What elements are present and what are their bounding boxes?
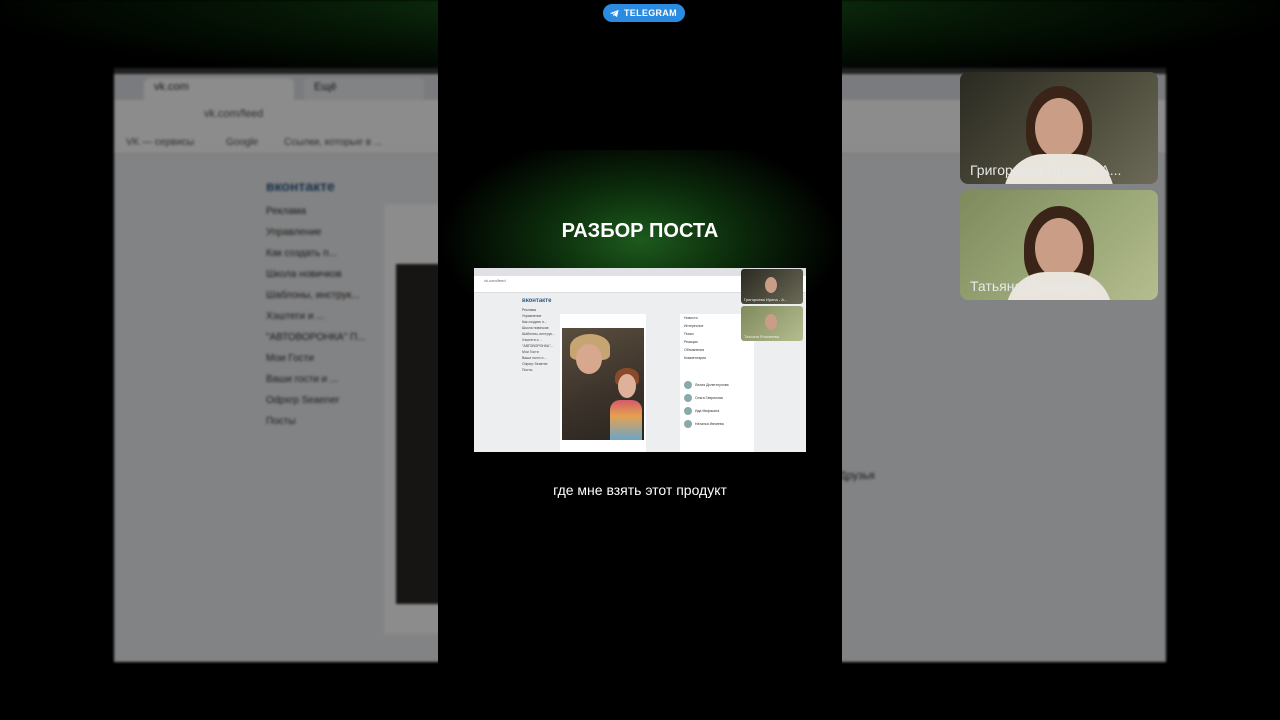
friend-name: Ольга Гаврилова — [695, 395, 723, 400]
photo-child-face — [618, 374, 636, 398]
photo-woman-face — [576, 344, 602, 374]
participant-name: Григорьева Ирина - А... — [970, 162, 1122, 178]
mini-friends-list: Лилия Дилегатулова Ольга Гаврилова Ида М… — [680, 378, 754, 430]
mini-right-item: Обновления — [684, 348, 705, 352]
friend-name: Лилия Дилегатулова — [695, 382, 729, 387]
background-menu-item: Как создать п... — [266, 248, 337, 259]
mini-participant-tile: Татьяна Рогознева — [741, 306, 803, 341]
mini-feed-post — [560, 314, 646, 452]
participant-tile: Татьяна Рогознева — [960, 190, 1158, 300]
background-menu-item: Хэштеги и ... — [266, 311, 325, 322]
background-menu-item: Управление — [266, 227, 322, 238]
friend-avatar — [684, 406, 692, 415]
photo-child-sweater — [610, 400, 642, 440]
background-bookmark: VK — сервисы — [126, 137, 195, 148]
background-vk-logo: вконтакте — [266, 178, 335, 194]
friend-avatar — [684, 419, 692, 428]
background-menu-item: Шаблоны, инструк... — [266, 290, 360, 301]
background-vk-menu: Реклама Управление Как создать п... Школ… — [266, 206, 366, 437]
friend-name: Наталья Ивлиева — [695, 421, 724, 426]
mini-friend-item: Лилия Дилегатулова — [680, 378, 754, 391]
participant-name: Татьяна Рогознева — [970, 278, 1093, 294]
video-frame: vk.com Ещё vk.com/feed VK — сервисы Goog… — [0, 0, 1280, 720]
background-tab: vk.com — [144, 78, 294, 100]
background-friends-title: Друзья — [839, 470, 875, 482]
mini-vk-logo: вконтакте — [522, 298, 552, 304]
mini-post-photo — [562, 328, 644, 440]
mini-participant-name: Татьяна Рогознева — [744, 334, 779, 339]
mini-participant-tile: Григорьева Ирина - А... — [741, 269, 803, 304]
mini-screenshot: vk.com/feed вконтакте Реклама Управление… — [474, 268, 806, 452]
center-panel: TELEGRAM РАЗБОР ПОСТА vk.com/feed вконта… — [438, 0, 842, 720]
friend-avatar — [684, 380, 692, 389]
background-menu-item: Odpxrp Seaener — [266, 395, 340, 406]
background-url: vk.com/feed — [204, 108, 264, 120]
background-menu-item: Школа новичков — [266, 269, 342, 280]
telegram-icon — [609, 9, 619, 17]
background-menu-item: Ваши гости и ... — [266, 374, 339, 385]
participant-tile: Григорьева Ирина - А... — [960, 72, 1158, 184]
mini-participant-face — [765, 277, 777, 293]
participant-face — [1035, 218, 1083, 278]
friend-avatar — [684, 393, 692, 402]
mini-participant-name: Григорьева Ирина - А... — [744, 297, 788, 302]
background-menu-item: Мои Гости — [266, 353, 314, 364]
background-tab: Ещё — [304, 78, 424, 100]
mini-participant-face — [765, 314, 777, 330]
background-bookmark: Google — [226, 137, 259, 148]
mini-menu: Реклама Управление Как создать п... Школ… — [522, 308, 555, 374]
background-bookmark: Ссылки, которые в ... — [284, 137, 383, 148]
background-menu-item: Реклама — [266, 206, 307, 217]
mini-friend-item: Ида Мифаката — [680, 404, 754, 417]
mini-friend-item: Наталья Ивлиева — [680, 417, 754, 430]
mini-menu-item: Посты — [522, 368, 533, 372]
background-menu-item: Посты — [266, 416, 296, 427]
participant-face — [1035, 98, 1083, 158]
friend-name: Ида Мифаката — [695, 408, 720, 413]
telegram-badge[interactable]: TELEGRAM — [603, 4, 685, 22]
mini-friend-item: Ольга Гаврилова — [680, 391, 754, 404]
headline: РАЗБОР ПОСТА — [561, 220, 719, 242]
telegram-badge-label: TELEGRAM — [624, 8, 677, 18]
background-menu-item: "АВТОВОРОНКА" П... — [266, 332, 366, 343]
mini-right-item: Комментарии — [684, 356, 707, 360]
subtitle: где мне взять этот продукт — [553, 482, 727, 498]
